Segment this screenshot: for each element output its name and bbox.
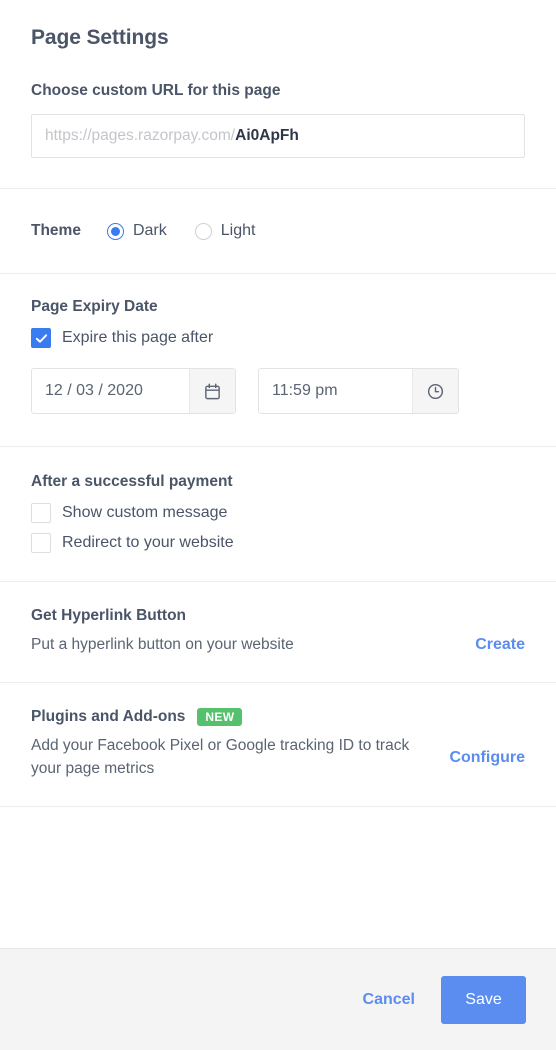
hyperlink-title: Get Hyperlink Button — [31, 607, 187, 624]
theme-option-dark-label: Dark — [132, 222, 167, 239]
configure-plugins-button[interactable]: Configure — [449, 749, 525, 767]
footer-actions: Cancel Save — [0, 948, 556, 1050]
hyperlink-description: Put a hyperlink button on your website — [31, 636, 294, 653]
checkbox-checked-icon — [31, 328, 51, 348]
theme-label: Theme — [31, 222, 81, 239]
radio-dark-icon — [106, 222, 124, 240]
cancel-button[interactable]: Cancel — [363, 991, 415, 1009]
expiry-date-field[interactable]: 12 / 03 / 2020 — [31, 368, 236, 414]
expiry-datetime-row: 12 / 03 / 2020 11:59 pm — [31, 368, 525, 414]
redirect-website-checkbox-row[interactable]: Redirect to your website — [31, 533, 525, 553]
plugins-header: Plugins and Add-ons NEW — [31, 708, 525, 727]
custom-url-section: Choose custom URL for this page https://… — [0, 82, 556, 189]
redirect-website-label: Redirect to your website — [62, 534, 234, 551]
create-hyperlink-button[interactable]: Create — [475, 636, 525, 654]
custom-url-prefix: https://pages.razorpay.com/ — [45, 127, 236, 144]
hyperlink-body: Put a hyperlink button on your website C… — [31, 634, 525, 656]
expiry-time-value[interactable]: 11:59 pm — [259, 369, 412, 413]
page-expiry-section: Page Expiry Date Expire this page after … — [0, 274, 556, 447]
plugins-section: Plugins and Add-ons NEW Add your Faceboo… — [0, 683, 556, 808]
expiry-time-field[interactable]: 11:59 pm — [258, 368, 459, 414]
theme-option-dark[interactable]: Dark — [106, 222, 167, 240]
radio-light-icon — [194, 222, 212, 240]
page-settings-panel: Page Settings Choose custom URL for this… — [0, 0, 556, 1050]
clock-icon[interactable] — [412, 369, 458, 413]
page-title: Page Settings — [31, 26, 169, 49]
custom-url-slug: Ai0ApFh — [235, 127, 299, 144]
expiry-date-value[interactable]: 12 / 03 / 2020 — [32, 369, 189, 413]
new-badge: NEW — [197, 708, 243, 727]
custom-url-input[interactable]: https://pages.razorpay.com/Ai0ApFh — [31, 114, 525, 158]
save-button[interactable]: Save — [441, 975, 526, 1024]
page-title-section: Page Settings — [0, 0, 556, 82]
hyperlink-header: Get Hyperlink Button — [31, 607, 525, 625]
plugins-description: Add your Facebook Pixel or Google tracki… — [31, 737, 410, 777]
theme-option-light-label: Light — [220, 222, 256, 239]
show-custom-message-checkbox-row[interactable]: Show custom message — [31, 503, 525, 523]
theme-section: Theme Dark Light — [0, 189, 556, 274]
calendar-icon[interactable] — [189, 369, 235, 413]
plugins-title: Plugins and Add-ons — [31, 708, 186, 726]
expire-page-checkbox-row[interactable]: Expire this page after — [31, 328, 525, 348]
custom-url-label: Choose custom URL for this page — [31, 82, 281, 99]
expire-page-checkbox-label: Expire this page after — [62, 329, 214, 346]
checkbox-unchecked-icon — [31, 533, 51, 553]
after-payment-section: After a successful payment Show custom m… — [0, 447, 556, 582]
hyperlink-section: Get Hyperlink Button Put a hyperlink but… — [0, 582, 556, 684]
theme-option-light[interactable]: Light — [194, 222, 256, 240]
show-custom-message-label: Show custom message — [62, 504, 228, 521]
theme-radio-group: Dark Light — [106, 222, 256, 240]
settings-scroll-area: Page Settings Choose custom URL for this… — [0, 0, 556, 948]
page-expiry-title: Page Expiry Date — [31, 298, 158, 315]
checkbox-unchecked-icon — [31, 503, 51, 523]
plugins-body: Add your Facebook Pixel or Google tracki… — [31, 735, 525, 780]
after-payment-title: After a successful payment — [31, 473, 233, 490]
